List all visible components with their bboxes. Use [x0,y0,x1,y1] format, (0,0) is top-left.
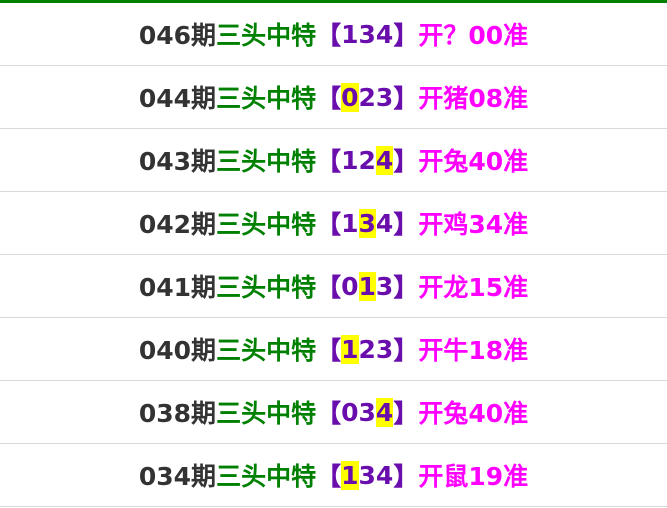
bracket-open: 【 [316,147,342,176]
result-text: 开猪08准 [418,84,529,113]
bracket-open: 【 [316,273,342,302]
digit: 4 [375,460,394,490]
digit: 0 [341,397,359,427]
digit: 3 [358,460,376,490]
digit: 4 [375,397,394,427]
prediction-row: 034期 三头中特【1 3 4】开鼠19准 [0,444,667,507]
digit: 4 [375,145,394,175]
period-number: 038期 [138,399,217,428]
bracket-close: 】 [393,21,419,50]
digit: 1 [341,19,359,49]
prediction-label: 三头中特 [216,273,317,302]
bracket-close: 】 [393,210,419,239]
digit: 4 [375,19,394,49]
prediction-row: 042期 三头中特【1 3 4】开鸡34准 [0,192,667,255]
prediction-list: 046期 三头中特【1 3 4】开？00准 044期 三头中特【0 2 3】开猪08准 04… [0,3,667,507]
result-text: 开牛18准 [418,336,529,365]
prediction-row: 046期 三头中特【1 3 4】开？00准 [0,3,667,66]
digit: 1 [341,145,359,175]
result-text: 开龙15准 [418,273,529,302]
bracket-open: 【 [316,462,342,491]
period-number: 043期 [138,147,217,176]
digit: 3 [358,19,376,49]
period-number: 034期 [138,462,217,491]
prediction-label: 三头中特 [216,21,317,50]
digit: 1 [341,208,359,238]
prediction-label: 三头中特 [216,84,317,113]
bracket-close: 】 [393,462,419,491]
digit: 1 [358,271,376,301]
bracket-open: 【 [316,84,342,113]
digit: 3 [358,397,376,427]
digit: 0 [341,271,359,301]
digit: 4 [375,208,394,238]
result-text: 开兔40准 [418,399,529,428]
result-text: 开鼠19准 [418,462,529,491]
prediction-label: 三头中特 [216,462,317,491]
bracket-close: 】 [393,84,419,113]
bracket-close: 】 [393,147,419,176]
prediction-row: 043期 三头中特【1 2 4】开兔40准 [0,129,667,192]
digit: 1 [341,334,359,364]
bracket-open: 【 [316,336,342,365]
prediction-row: 040期 三头中特【1 2 3】开牛18准 [0,318,667,381]
prediction-label: 三头中特 [216,210,317,239]
result-text: 开？00准 [418,21,529,50]
prediction-row: 041期 三头中特【0 1 3】开龙15准 [0,255,667,318]
digit: 1 [341,460,359,490]
digit: 3 [375,271,394,301]
digit: 3 [375,334,394,364]
bracket-close: 】 [393,273,419,302]
prediction-label: 三头中特 [216,399,317,428]
bracket-close: 】 [393,399,419,428]
result-text: 开鸡34准 [418,210,529,239]
digit: 3 [358,208,376,238]
prediction-label: 三头中特 [216,336,317,365]
result-text: 开兔40准 [418,147,529,176]
prediction-row: 038期 三头中特【0 3 4】开兔40准 [0,381,667,444]
digit: 2 [358,145,376,175]
digit: 3 [375,82,394,112]
digit: 2 [358,82,376,112]
period-number: 041期 [138,273,217,302]
prediction-label: 三头中特 [216,147,317,176]
period-number: 040期 [138,336,217,365]
prediction-row: 044期 三头中特【0 2 3】开猪08准 [0,66,667,129]
digit: 0 [341,82,359,112]
period-number: 042期 [138,210,217,239]
bracket-open: 【 [316,210,342,239]
bracket-open: 【 [316,399,342,428]
bracket-open: 【 [316,21,342,50]
period-number: 044期 [138,84,217,113]
period-number: 046期 [138,21,217,50]
bracket-close: 】 [393,336,419,365]
digit: 2 [358,334,376,364]
